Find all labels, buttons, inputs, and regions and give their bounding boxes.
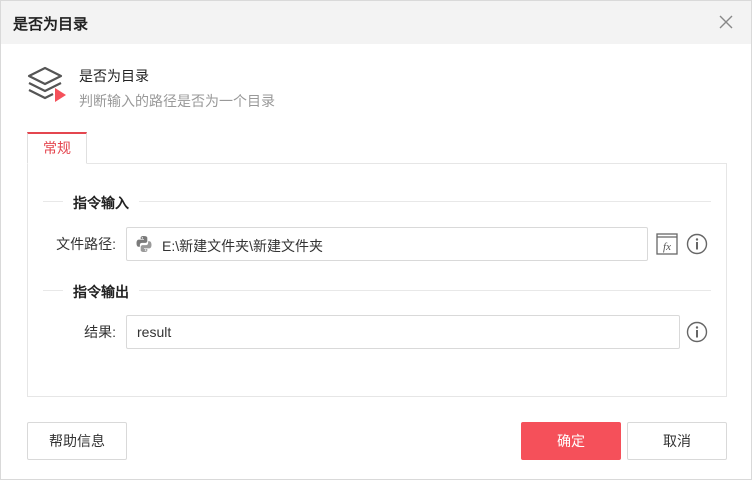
- cancel-button[interactable]: 取消: [627, 422, 727, 460]
- dialog: 是否为目录 是否为目录 判断输入的路径是否为一个目录 常规 指令输入 文件路径:…: [0, 0, 752, 480]
- filepath-input[interactable]: E:\新建文件夹\新建文件夹: [126, 227, 648, 261]
- dialog-title: 是否为目录: [13, 16, 89, 33]
- svg-text:fx: fx: [663, 241, 671, 253]
- section-title-input: 指令输入: [63, 193, 139, 213]
- filepath-value: E:\新建文件夹\新建文件夹: [162, 238, 324, 254]
- titlebar: 是否为目录: [1, 1, 751, 44]
- field-label-result: 结果:: [84, 324, 116, 340]
- tab-general[interactable]: 常规: [27, 132, 87, 164]
- section-title-output: 指令输出: [63, 282, 139, 302]
- close-icon[interactable]: [717, 13, 735, 31]
- info-icon[interactable]: [686, 321, 708, 343]
- command-description: 判断输入的路径是否为一个目录: [79, 93, 275, 109]
- layers-play-icon: [27, 66, 66, 102]
- ok-button[interactable]: 确定: [521, 422, 621, 460]
- section-divider: [43, 201, 711, 202]
- command-name: 是否为目录: [79, 68, 149, 84]
- section-divider: [43, 290, 711, 291]
- result-input[interactable]: result: [126, 315, 680, 349]
- python-icon: [136, 236, 152, 252]
- help-button[interactable]: 帮助信息: [27, 422, 127, 460]
- result-value: result: [137, 324, 172, 340]
- info-icon[interactable]: [686, 233, 708, 255]
- fx-expression-icon[interactable]: fx: [656, 233, 678, 255]
- tab-panel: 指令输入 文件路径: E:\新建文件夹\新建文件夹 fx 指令输出 结果: re…: [27, 163, 727, 397]
- field-label-filepath: 文件路径:: [56, 236, 116, 252]
